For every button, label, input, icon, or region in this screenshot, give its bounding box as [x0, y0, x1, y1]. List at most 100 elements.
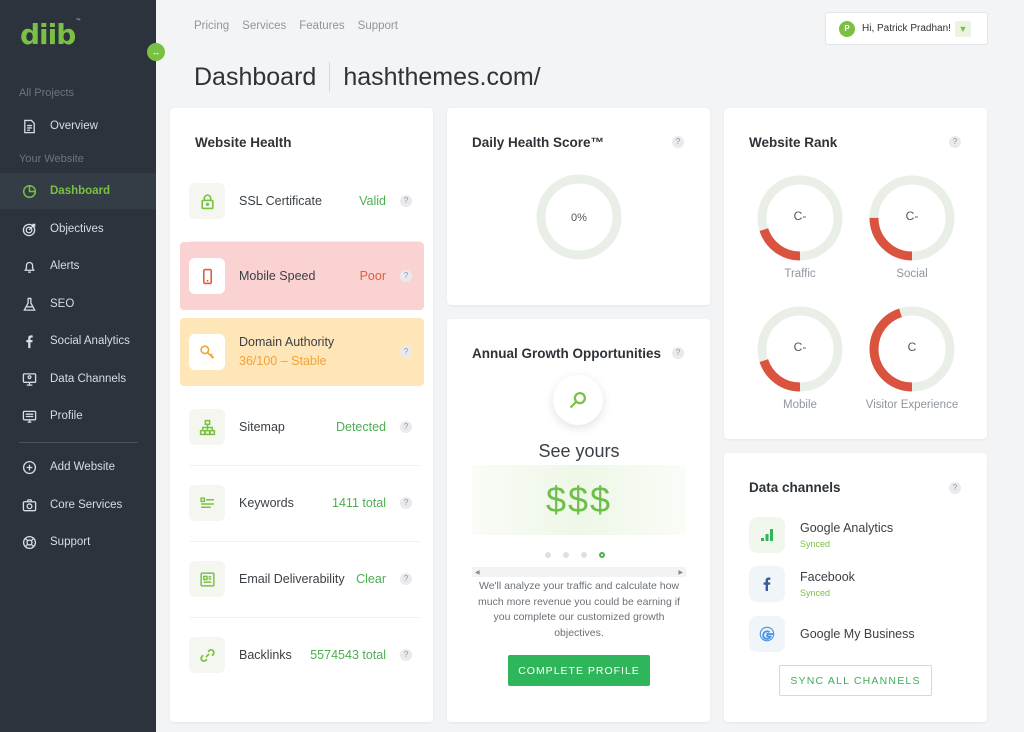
- complete-profile-button[interactable]: COMPLETE PROFILE: [508, 655, 650, 686]
- card-title: Data channels: [749, 480, 841, 495]
- rank-label: Mobile: [783, 399, 817, 411]
- health-value: Valid: [359, 194, 386, 208]
- help-icon[interactable]: ?: [400, 573, 412, 585]
- sidebar: diib™ All Projects Overview Your Website…: [0, 0, 156, 732]
- sidebar-item-seo[interactable]: SEO: [0, 286, 156, 322]
- help-icon[interactable]: ?: [400, 195, 412, 207]
- growth-headline: See yours: [538, 441, 620, 461]
- help-icon[interactable]: ?: [400, 346, 412, 358]
- rank-grade: C-: [794, 209, 807, 223]
- help-icon[interactable]: ?: [949, 482, 961, 494]
- carousel-dot[interactable]: [581, 552, 587, 558]
- card-title: Website Rank: [749, 135, 838, 150]
- row-divider: [190, 541, 420, 542]
- data-channels-card: Data channels ? Google Analytics Synced …: [724, 453, 987, 722]
- nav-link-pricing[interactable]: Pricing: [194, 20, 229, 32]
- section-your-website: Your Website: [19, 153, 84, 165]
- health-row-keywords[interactable]: Keywords 1411 total ?: [180, 469, 424, 537]
- help-icon[interactable]: ?: [400, 497, 412, 509]
- scroll-right-icon[interactable]: ▶: [678, 569, 683, 576]
- google-icon: [749, 616, 785, 652]
- rank-grade: C: [908, 340, 917, 354]
- sidebar-item-profile[interactable]: Profile: [0, 398, 156, 434]
- health-value: 1411 total: [332, 496, 386, 510]
- carousel-dot[interactable]: [563, 552, 569, 558]
- horizontal-scrollbar[interactable]: ◀ ▶: [472, 567, 686, 577]
- help-icon[interactable]: ?: [672, 347, 684, 359]
- carousel-dot-active[interactable]: [599, 552, 605, 558]
- card-title: Website Health: [195, 135, 292, 150]
- channel-google-analytics[interactable]: Google Analytics Synced: [749, 515, 893, 555]
- rank-grade: C-: [906, 209, 919, 223]
- user-greeting: Hi, Patrick Pradhan!: [862, 23, 951, 34]
- help-icon[interactable]: ?: [400, 649, 412, 661]
- health-row-domain-authority[interactable]: Domain Authority 36/100 – Stable ?: [180, 318, 424, 386]
- rank-gauge-mobile: C-: [757, 306, 843, 392]
- help-icon[interactable]: ?: [400, 270, 412, 282]
- website-health-card: Website Health SSL Certificate Valid ? M…: [170, 108, 433, 722]
- lock-icon: [189, 183, 225, 219]
- health-row-email-deliverability[interactable]: Email Deliverability Clear ?: [180, 545, 424, 613]
- analytics-icon: [749, 517, 785, 553]
- rank-gauge-social: C-: [869, 175, 955, 261]
- document-icon: [20, 117, 38, 135]
- growth-description: We'll analyze your traffic and calculate…: [478, 580, 680, 639]
- help-icon[interactable]: ?: [949, 136, 961, 148]
- top-nav: Pricing Services Features Support: [194, 20, 398, 32]
- avatar: P: [839, 20, 855, 37]
- sidebar-item-dashboard[interactable]: Dashboard: [0, 173, 156, 209]
- scroll-left-icon[interactable]: ◀: [475, 569, 480, 576]
- sidebar-item-add-website[interactable]: Add Website: [0, 449, 156, 485]
- plus-circle-icon: [20, 458, 38, 476]
- key-icon: [189, 334, 225, 370]
- row-divider: [190, 617, 420, 618]
- help-icon[interactable]: ?: [672, 136, 684, 148]
- chevron-down-icon[interactable]: ▼: [954, 20, 971, 37]
- rank-label: Traffic: [784, 268, 816, 280]
- search-icon: [553, 375, 603, 425]
- health-value: Clear: [356, 572, 386, 586]
- rank-label: Visitor Experience: [865, 399, 959, 411]
- help-icon[interactable]: ?: [400, 421, 412, 433]
- nav-link-support[interactable]: Support: [358, 20, 398, 32]
- nav-link-features[interactable]: Features: [299, 20, 344, 32]
- health-value: 36/100 – Stable: [239, 354, 327, 368]
- mobile-icon: [189, 258, 225, 294]
- health-value: Detected: [335, 420, 386, 434]
- page-title: Dashboard hashthemes.com/: [194, 62, 541, 92]
- sidebar-item-objectives[interactable]: Objectives: [0, 211, 156, 247]
- health-row-backlinks[interactable]: Backlinks 5574543 total ?: [180, 621, 424, 689]
- health-row-ssl[interactable]: SSL Certificate Valid ?: [180, 167, 424, 235]
- user-menu[interactable]: P Hi, Patrick Pradhan! ▼: [825, 12, 988, 45]
- sync-all-channels-button[interactable]: SYNC ALL CHANNELS: [779, 665, 932, 696]
- diib-logo[interactable]: diib™: [20, 18, 81, 51]
- keywords-icon: [189, 485, 225, 521]
- channel-facebook[interactable]: Facebook Synced: [749, 564, 855, 604]
- sidebar-item-core-services[interactable]: Core Services: [0, 487, 156, 523]
- sidebar-item-alerts[interactable]: Alerts: [0, 248, 156, 284]
- website-rank-card: Website Rank ? C- Traffic C- Social C- Mobile…: [724, 108, 987, 439]
- growth-money: $$$: [472, 465, 686, 535]
- row-divider: [190, 465, 420, 466]
- daily-health-card: Daily Health Score™ ? 0%: [447, 108, 710, 305]
- sidebar-item-support[interactable]: Support: [0, 524, 156, 560]
- health-row-sitemap[interactable]: Sitemap Detected ?: [180, 393, 424, 461]
- site-name: hashthemes.com/: [343, 62, 541, 91]
- title-separator: [329, 62, 331, 92]
- carousel-dot[interactable]: [545, 552, 551, 558]
- section-all-projects: All Projects: [19, 87, 75, 99]
- sidebar-item-social-analytics[interactable]: Social Analytics: [0, 323, 156, 359]
- pie-chart-icon: [20, 182, 38, 200]
- sidebar-divider: [19, 442, 138, 443]
- sidebar-item-overview[interactable]: Overview: [0, 108, 156, 144]
- growth-card: Annual Growth Opportunities ? See yours …: [447, 319, 710, 722]
- collapse-sidebar-button[interactable]: ↔: [147, 43, 165, 61]
- rank-label: Social: [896, 268, 928, 280]
- facebook-icon: [749, 566, 785, 602]
- health-row-mobile-speed[interactable]: Mobile Speed Poor ?: [180, 242, 424, 310]
- nav-link-services[interactable]: Services: [242, 20, 286, 32]
- sidebar-item-data-channels[interactable]: Data Channels: [0, 361, 156, 397]
- bell-icon: [20, 257, 38, 275]
- card-title: Daily Health Score™: [472, 135, 605, 150]
- channel-google-my-business[interactable]: Google My Business: [749, 614, 915, 654]
